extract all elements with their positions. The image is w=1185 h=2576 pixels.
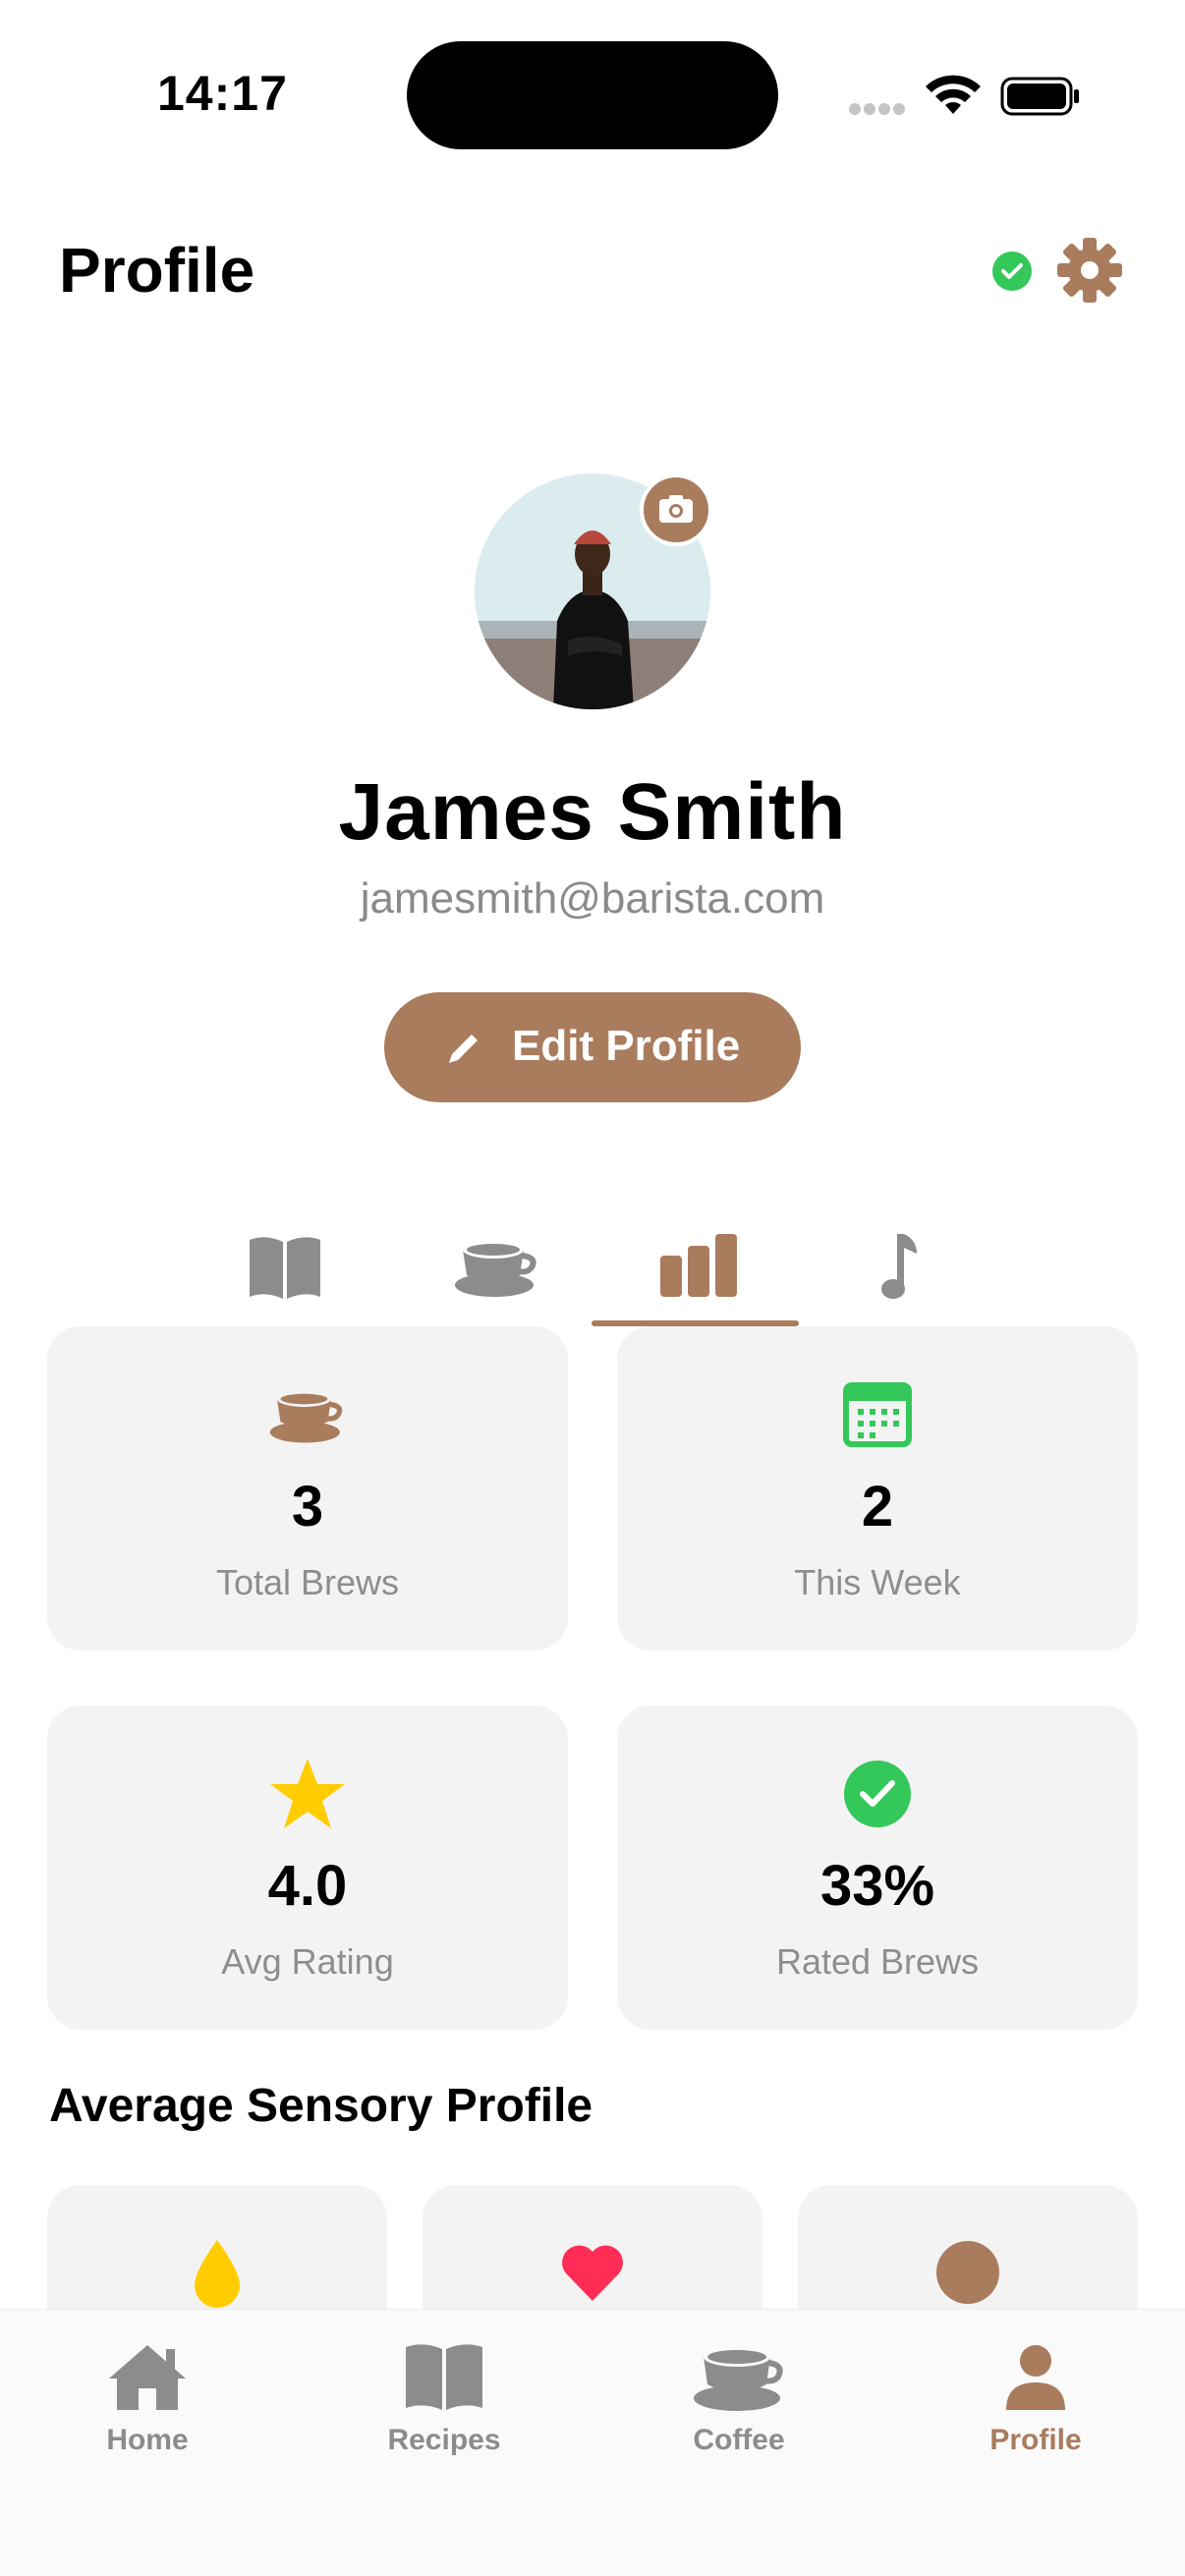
stat-card-avg-rating: 4.0 Avg Rating [47,1706,568,2030]
tab-coffee[interactable] [384,1218,592,1326]
circle-icon [936,2241,999,2304]
pencil-icon [449,1035,478,1063]
status-time: 14:17 [157,66,288,121]
wifi-icon [926,75,981,114]
tab-recipes[interactable] [177,1218,384,1326]
check-circle-icon [844,1761,911,1827]
dynamic-island [407,41,778,149]
person-icon [1006,2345,1065,2410]
heart-icon [562,2245,623,2301]
tabbar-coffee[interactable]: Coffee [592,2339,886,2487]
sync-status-icon [992,252,1032,291]
stat-card-this-week: 2 This Week [617,1326,1138,1651]
house-icon [109,2345,186,2410]
stat-value: 3 [291,1475,324,1539]
coffee-cup-icon [694,2347,783,2411]
page-title: Profile [59,235,255,306]
coffee-cup-icon [269,1391,343,1443]
stat-value: 2 [861,1475,894,1539]
book-icon [406,2344,482,2410]
user-email: jamesmith@barista.com [360,874,825,923]
camera-icon [659,495,693,523]
stat-label: Avg Rating [221,1941,394,1982]
tabbar-label: Profile [989,2424,1082,2456]
header: Profile [0,216,1185,324]
signal-icon [849,102,908,116]
tabbar-profile[interactable]: Profile [888,2339,1183,2487]
stat-card-rated-brews: 33% Rated Brews [617,1706,1138,2030]
book-icon [250,1237,320,1299]
tabbar-label: Coffee [693,2424,785,2456]
section-title: Average Sensory Profile [49,2080,593,2132]
tab-statistics[interactable] [592,1218,799,1326]
stat-card-total-brews: 3 Total Brews [47,1326,568,1651]
calendar-icon [843,1382,912,1447]
stat-value: 4.0 [267,1854,348,1918]
stat-label: Total Brews [215,1562,400,1602]
change-photo-button[interactable] [640,474,712,546]
stat-label: This Week [794,1562,961,1602]
tabbar-label: Home [106,2424,189,2456]
bottom-tab-bar: Home Recipes Coffee Profile [0,2309,1185,2576]
tabbar-recipes[interactable]: Recipes [297,2339,592,2487]
bar-chart-icon [660,1234,737,1297]
drop-icon [195,2240,240,2308]
stat-label: Rated Brews [775,1941,980,1982]
edit-profile-label: Edit Profile [512,1022,741,1070]
edit-profile-button[interactable]: Edit Profile [384,992,801,1102]
stat-value: 33% [819,1854,935,1918]
status-bar: 14:17 [0,0,1185,187]
user-name: James Smith [338,767,847,857]
avatar-container [475,474,712,709]
tab-music[interactable] [799,1218,1006,1326]
tabbar-home[interactable]: Home [0,2339,295,2487]
music-note-icon [881,1234,917,1299]
star-icon [270,1759,345,1828]
tabbar-label: Recipes [387,2424,501,2456]
coffee-cup-icon [455,1241,536,1297]
gear-icon[interactable] [1055,236,1124,305]
battery-icon [1000,77,1079,116]
profile-tabs [177,1218,1008,1326]
